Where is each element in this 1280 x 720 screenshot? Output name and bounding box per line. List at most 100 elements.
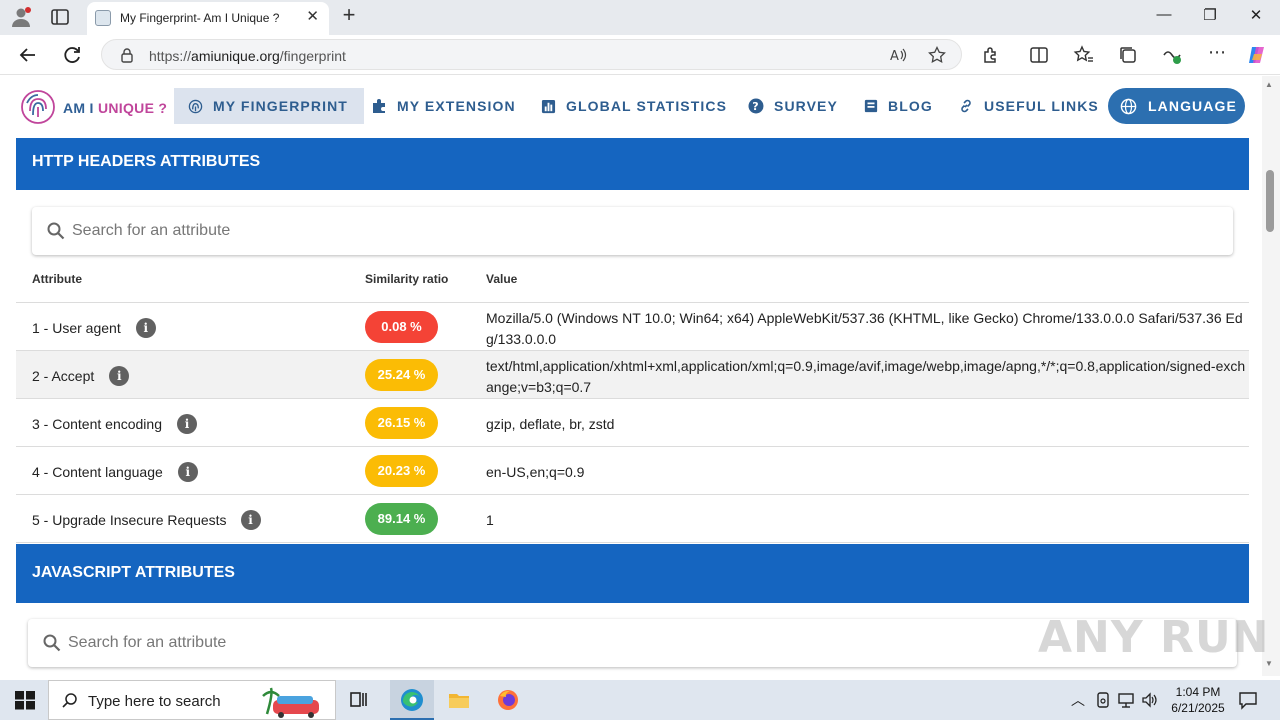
browser-essentials-icon[interactable] xyxy=(1161,44,1183,66)
language-button[interactable]: LANGUAGE xyxy=(1108,88,1245,124)
taskbar-search-placeholder: Type here to search xyxy=(88,693,221,710)
nav-survey[interactable]: ? SURVEY xyxy=(748,88,838,124)
windows-start-icon[interactable] xyxy=(13,688,37,712)
nav-label: SURVEY xyxy=(774,98,838,114)
nav-my-extension[interactable]: MY EXTENSION xyxy=(371,88,516,124)
clock-date: 6/21/2025 xyxy=(1171,701,1225,715)
similarity-ratio-badge: 25.24 % xyxy=(365,359,438,391)
column-header-value[interactable]: Value xyxy=(486,272,517,286)
favorite-star-icon[interactable] xyxy=(928,46,946,64)
taskbar-search-box[interactable]: Type here to search xyxy=(48,680,336,720)
attribute-value: gzip, deflate, br, zstd xyxy=(486,416,615,432)
search-icon xyxy=(43,634,61,652)
attribute-label: 2 - Accept xyxy=(32,368,95,384)
info-icon[interactable]: i xyxy=(109,366,130,386)
site-header: AM I UNIQUE ? MY FINGERPRINT MY EXTENSIO… xyxy=(0,76,1262,138)
attribute-name: 3 - Content encoding i xyxy=(32,414,197,434)
file-explorer-icon[interactable] xyxy=(447,688,471,712)
minimize-icon[interactable]: — xyxy=(1154,6,1174,23)
puzzle-icon xyxy=(373,99,385,113)
table-row: 3 - Content encoding i 26.15 % gzip, def… xyxy=(16,399,1249,447)
search-placeholder: Search for an attribute xyxy=(68,634,227,651)
tab-actions-icon[interactable] xyxy=(49,6,71,28)
search-icon xyxy=(62,693,77,708)
globe-icon xyxy=(1120,98,1137,114)
window-close-icon[interactable]: ✕ xyxy=(1246,6,1266,24)
address-bar[interactable]: https://amiunique.org/fingerprint A xyxy=(101,39,962,70)
attribute-label: 1 - User agent xyxy=(32,320,121,336)
collections-icon[interactable] xyxy=(1117,44,1139,66)
info-icon[interactable]: i xyxy=(135,318,156,338)
scrollbar-thumb[interactable] xyxy=(1266,170,1274,232)
page-scrollbar[interactable] xyxy=(1262,76,1280,676)
similarity-ratio-badge: 0.08 % xyxy=(365,311,438,343)
active-tab[interactable]: My Fingerprint- Am I Unique ? ✕ xyxy=(87,2,329,35)
copilot-icon[interactable] xyxy=(1246,44,1268,66)
nav-my-fingerprint[interactable]: MY FINGERPRINT xyxy=(174,88,364,124)
site-info-icon[interactable] xyxy=(119,47,135,63)
new-tab-icon[interactable]: + xyxy=(338,4,360,27)
similarity-ratio-badge: 26.15 % xyxy=(365,407,438,439)
column-header-attribute[interactable]: Attribute xyxy=(32,272,82,286)
http-attribute-search-input[interactable]: Search for an attribute xyxy=(32,207,1233,255)
svg-text:?: ? xyxy=(752,100,759,113)
read-aloud-icon[interactable]: A xyxy=(889,46,907,64)
system-clock[interactable]: 1:04 PM 6/21/2025 xyxy=(1163,684,1233,716)
similarity-ratio-badge: 89.14 % xyxy=(365,503,438,535)
attribute-label: 3 - Content encoding xyxy=(32,416,162,432)
profile-icon[interactable] xyxy=(10,6,32,28)
network-icon[interactable] xyxy=(1117,691,1135,709)
page-favicon-icon xyxy=(95,10,111,26)
attribute-value: 1 xyxy=(486,512,494,528)
site-logo-text[interactable]: AM I UNIQUE ? xyxy=(63,100,167,116)
attribute-label: 5 - Upgrade Insecure Requests xyxy=(32,512,227,528)
attribute-name: 5 - Upgrade Insecure Requests i xyxy=(32,510,261,530)
search-placeholder: Search for an attribute xyxy=(72,222,231,239)
language-label: LANGUAGE xyxy=(1148,98,1237,114)
volume-icon[interactable] xyxy=(1141,691,1159,709)
close-tab-icon[interactable]: ✕ xyxy=(306,9,319,25)
split-screen-icon[interactable] xyxy=(1028,44,1050,66)
attribute-name: 4 - Content language i xyxy=(32,462,198,482)
extensions-icon[interactable] xyxy=(980,44,1002,66)
nav-useful-links[interactable]: USEFUL LINKS xyxy=(958,88,1099,124)
favorites-icon[interactable] xyxy=(1073,44,1095,66)
nav-label: BLOG xyxy=(888,98,933,114)
table-row: 4 - Content language i 20.23 % en-US,en;… xyxy=(16,447,1249,495)
info-icon[interactable]: i xyxy=(176,414,197,434)
nav-global-statistics[interactable]: GLOBAL STATISTICS xyxy=(541,88,727,124)
attribute-name: 1 - User agent i xyxy=(32,318,156,338)
refresh-icon[interactable] xyxy=(61,44,83,66)
anyrun-watermark: ANY RUN xyxy=(1038,612,1270,663)
info-icon[interactable]: i xyxy=(240,510,261,530)
nav-blog[interactable]: BLOG xyxy=(864,88,933,124)
search-icon xyxy=(47,222,65,240)
similarity-ratio-badge: 20.23 % xyxy=(365,455,438,487)
notifications-icon[interactable] xyxy=(1238,690,1258,710)
nav-label: MY EXTENSION xyxy=(397,98,516,114)
edge-browser-icon[interactable] xyxy=(399,687,425,713)
table-row: 5 - Upgrade Insecure Requests i 89.14 % … xyxy=(16,495,1249,543)
attribute-value: text/html,application/xhtml+xml,applicat… xyxy=(486,358,1246,395)
column-header-similarity[interactable]: Similarity ratio xyxy=(365,272,448,286)
nav-label: USEFUL LINKS xyxy=(984,98,1099,114)
info-icon[interactable]: i xyxy=(177,462,198,482)
show-hidden-icons-icon[interactable]: ︿ xyxy=(1071,690,1085,710)
javascript-section-title: JAVASCRIPT ATTRIBUTES xyxy=(16,544,1249,603)
fingerprint-logo-icon[interactable] xyxy=(20,89,56,125)
clock-time: 1:04 PM xyxy=(1175,685,1221,699)
help-circle-icon: ? xyxy=(748,98,764,114)
restore-icon[interactable]: ❐ xyxy=(1200,6,1220,24)
url-text[interactable]: https://amiunique.org/fingerprint xyxy=(149,48,346,64)
windows-taskbar: Type here to search ︿ 1:04 PM 6/21/2025 xyxy=(0,680,1280,720)
firefox-icon[interactable] xyxy=(496,688,520,712)
table-row: 1 - User agent i 0.08 % Mozilla/5.0 (Win… xyxy=(16,303,1249,351)
device-icon[interactable] xyxy=(1094,691,1112,709)
scroll-up-icon[interactable]: ▲ xyxy=(1265,80,1273,89)
more-menu-icon[interactable]: ⋯ xyxy=(1206,42,1228,64)
blog-icon xyxy=(864,99,878,113)
task-view-icon[interactable] xyxy=(347,688,371,712)
link-icon xyxy=(961,99,971,113)
bar-chart-icon xyxy=(541,99,556,113)
back-icon[interactable] xyxy=(17,44,39,66)
